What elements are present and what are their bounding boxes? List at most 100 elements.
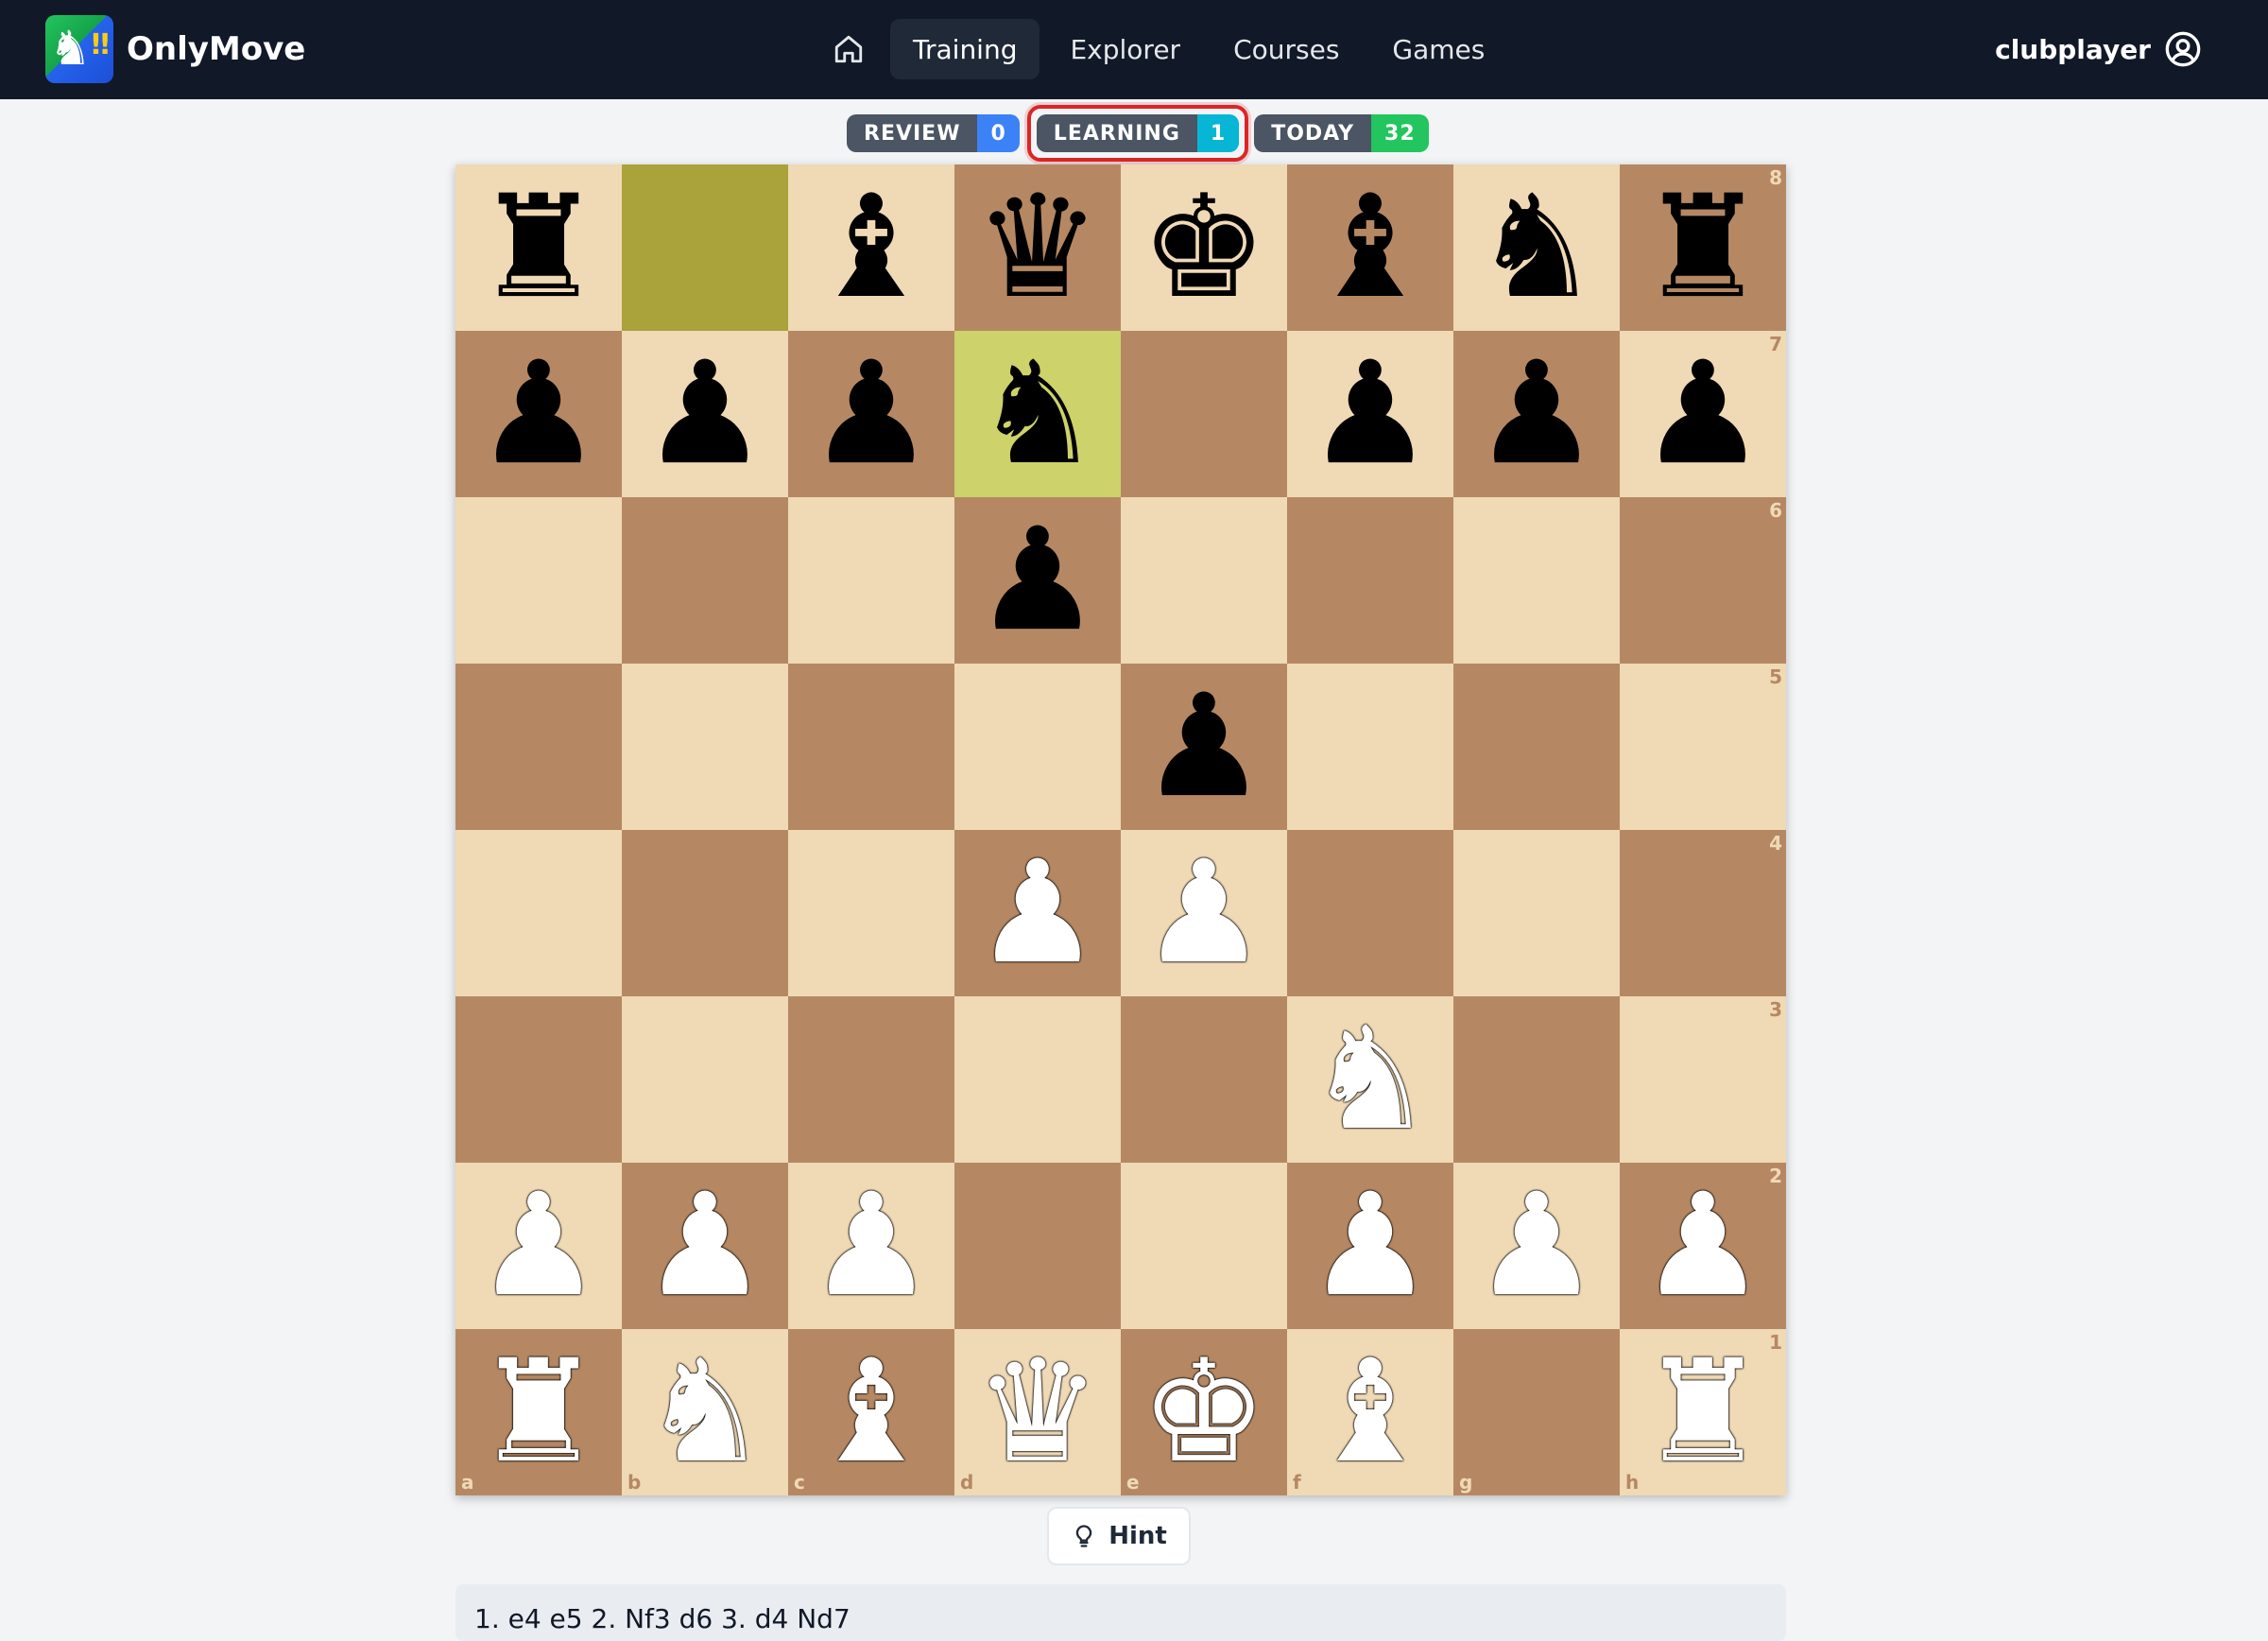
black-bishop-f8[interactable]: ♝ xyxy=(1287,164,1453,331)
square-d7[interactable]: ♞ xyxy=(954,331,1121,497)
square-c2[interactable]: ♟ xyxy=(788,1163,954,1329)
square-e5[interactable]: ♟ xyxy=(1121,664,1287,830)
white-knight-f3[interactable]: ♞ xyxy=(1287,996,1453,1163)
square-g7[interactable]: ♟ xyxy=(1453,331,1620,497)
square-e1[interactable]: ♚ e xyxy=(1121,1329,1287,1495)
square-g2[interactable]: ♟ xyxy=(1453,1163,1620,1329)
square-h2[interactable]: ♟ 2 xyxy=(1620,1163,1786,1329)
square-c7[interactable]: ♟ xyxy=(788,331,954,497)
square-f7[interactable]: ♟ xyxy=(1287,331,1453,497)
square-c3[interactable] xyxy=(788,996,954,1163)
chess-board[interactable]: ♜ ♝ ♛ ♚ ♝ ♞ ♜ 8 ♟ ♟ ♟ ♞ ♟ ♟ ♟ 7 ♟ 6 ♟ 5 ♟ ♟ 4 ♞ 3 ♟ ♟ ♟ ♟ ♟ ♟ 2 ♜ a ♞ b ♝ c ♛ d… xyxy=(455,164,1786,1495)
square-b4[interactable] xyxy=(622,830,788,996)
black-queen-d8[interactable]: ♛ xyxy=(954,164,1121,331)
nav-games[interactable]: Games xyxy=(1369,19,1507,79)
brand-link[interactable]: ♞!! OnlyMove xyxy=(45,15,305,83)
black-rook-a8[interactable]: ♜ xyxy=(455,164,622,331)
square-b2[interactable]: ♟ xyxy=(622,1163,788,1329)
black-pawn-c7[interactable]: ♟ xyxy=(788,331,954,497)
square-g8[interactable]: ♞ xyxy=(1453,164,1620,331)
black-bishop-c8[interactable]: ♝ xyxy=(788,164,954,331)
square-h8[interactable]: ♜ 8 xyxy=(1620,164,1786,331)
square-d1[interactable]: ♛ d xyxy=(954,1329,1121,1495)
square-e3[interactable] xyxy=(1121,996,1287,1163)
square-a4[interactable] xyxy=(455,830,622,996)
square-f6[interactable] xyxy=(1287,497,1453,664)
square-b8[interactable] xyxy=(622,164,788,331)
square-a7[interactable]: ♟ xyxy=(455,331,622,497)
white-pawn-c2[interactable]: ♟ xyxy=(788,1163,954,1329)
black-knight-d7[interactable]: ♞ xyxy=(954,331,1121,497)
square-d2[interactable] xyxy=(954,1163,1121,1329)
square-a8[interactable]: ♜ xyxy=(455,164,622,331)
square-h1[interactable]: ♜ 1 h xyxy=(1620,1329,1786,1495)
square-b3[interactable] xyxy=(622,996,788,1163)
square-f1[interactable]: ♝ f xyxy=(1287,1329,1453,1495)
home-button[interactable] xyxy=(818,19,879,79)
white-queen-d1[interactable]: ♛ xyxy=(954,1329,1121,1495)
user-menu[interactable]: clubplayer xyxy=(1995,25,2202,74)
square-f4[interactable] xyxy=(1287,830,1453,996)
white-rook-a1[interactable]: ♜ xyxy=(455,1329,622,1495)
black-pawn-d6[interactable]: ♟ xyxy=(954,497,1121,664)
black-pawn-e5[interactable]: ♟ xyxy=(1121,664,1287,830)
square-g5[interactable] xyxy=(1453,664,1620,830)
square-d5[interactable] xyxy=(954,664,1121,830)
nav-courses[interactable]: Courses xyxy=(1211,19,1362,79)
black-pawn-b7[interactable]: ♟ xyxy=(622,331,788,497)
square-d4[interactable]: ♟ xyxy=(954,830,1121,996)
white-pawn-e4[interactable]: ♟ xyxy=(1121,830,1287,996)
white-pawn-b2[interactable]: ♟ xyxy=(622,1163,788,1329)
square-e2[interactable] xyxy=(1121,1163,1287,1329)
nav-training[interactable]: Training xyxy=(890,19,1040,79)
square-g3[interactable] xyxy=(1453,996,1620,1163)
nav-explorer[interactable]: Explorer xyxy=(1047,19,1203,79)
square-e7[interactable] xyxy=(1121,331,1287,497)
square-b6[interactable] xyxy=(622,497,788,664)
square-b1[interactable]: ♞ b xyxy=(622,1329,788,1495)
square-f5[interactable] xyxy=(1287,664,1453,830)
white-rook-h1[interactable]: ♜ xyxy=(1620,1329,1786,1495)
square-d3[interactable] xyxy=(954,996,1121,1163)
square-c4[interactable] xyxy=(788,830,954,996)
square-e4[interactable]: ♟ xyxy=(1121,830,1287,996)
white-pawn-a2[interactable]: ♟ xyxy=(455,1163,622,1329)
black-rook-h8[interactable]: ♜ xyxy=(1620,164,1786,331)
black-king-e8[interactable]: ♚ xyxy=(1121,164,1287,331)
square-g1[interactable]: g xyxy=(1453,1329,1620,1495)
square-h7[interactable]: ♟ 7 xyxy=(1620,331,1786,497)
square-d8[interactable]: ♛ xyxy=(954,164,1121,331)
square-a6[interactable] xyxy=(455,497,622,664)
square-h4[interactable]: 4 xyxy=(1620,830,1786,996)
square-h6[interactable]: 6 xyxy=(1620,497,1786,664)
square-h5[interactable]: 5 xyxy=(1620,664,1786,830)
white-pawn-d4[interactable]: ♟ xyxy=(954,830,1121,996)
square-c1[interactable]: ♝ c xyxy=(788,1329,954,1495)
square-h3[interactable]: 3 xyxy=(1620,996,1786,1163)
square-e6[interactable] xyxy=(1121,497,1287,664)
learning-counter[interactable]: LEARNING 1 xyxy=(1036,114,1240,152)
square-b7[interactable]: ♟ xyxy=(622,331,788,497)
square-b5[interactable] xyxy=(622,664,788,830)
white-king-e1[interactable]: ♚ xyxy=(1121,1329,1287,1495)
square-g6[interactable] xyxy=(1453,497,1620,664)
square-d6[interactable]: ♟ xyxy=(954,497,1121,664)
square-g4[interactable] xyxy=(1453,830,1620,996)
black-pawn-g7[interactable]: ♟ xyxy=(1453,331,1620,497)
white-pawn-f2[interactable]: ♟ xyxy=(1287,1163,1453,1329)
black-pawn-a7[interactable]: ♟ xyxy=(455,331,622,497)
black-knight-g8[interactable]: ♞ xyxy=(1453,164,1620,331)
today-counter[interactable]: TODAY 32 xyxy=(1254,114,1429,152)
square-a1[interactable]: ♜ a xyxy=(455,1329,622,1495)
square-c6[interactable] xyxy=(788,497,954,664)
review-counter[interactable]: REVIEW 0 xyxy=(847,114,1020,152)
square-f8[interactable]: ♝ xyxy=(1287,164,1453,331)
square-a2[interactable]: ♟ xyxy=(455,1163,622,1329)
white-pawn-h2[interactable]: ♟ xyxy=(1620,1163,1786,1329)
black-pawn-h7[interactable]: ♟ xyxy=(1620,331,1786,497)
black-pawn-f7[interactable]: ♟ xyxy=(1287,331,1453,497)
square-c8[interactable]: ♝ xyxy=(788,164,954,331)
white-bishop-c1[interactable]: ♝ xyxy=(788,1329,954,1495)
square-f2[interactable]: ♟ xyxy=(1287,1163,1453,1329)
square-a3[interactable] xyxy=(455,996,622,1163)
